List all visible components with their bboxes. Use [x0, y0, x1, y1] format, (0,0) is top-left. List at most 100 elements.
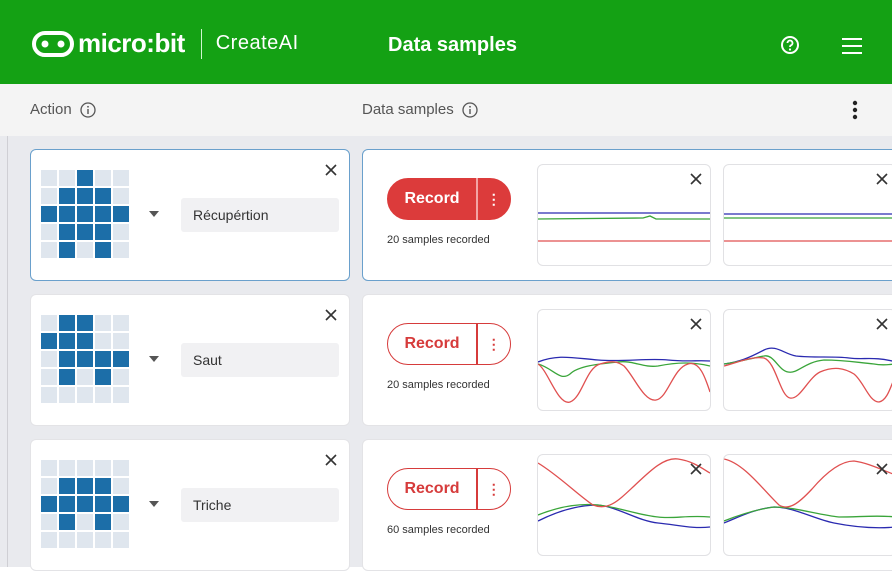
- led-on[interactable]: [59, 333, 75, 349]
- led-pattern[interactable]: [41, 315, 129, 403]
- led-on[interactable]: [95, 242, 111, 258]
- action-name-input[interactable]: Triche: [181, 488, 339, 522]
- led-on[interactable]: [95, 188, 111, 204]
- action-card[interactable]: Récupértion: [30, 149, 350, 281]
- led-on[interactable]: [41, 333, 57, 349]
- led-on[interactable]: [59, 242, 75, 258]
- led-off[interactable]: [77, 514, 93, 530]
- action-name-input[interactable]: Saut: [181, 343, 339, 377]
- led-off[interactable]: [95, 460, 111, 476]
- led-on[interactable]: [59, 478, 75, 494]
- led-off[interactable]: [113, 514, 129, 530]
- led-on[interactable]: [59, 188, 75, 204]
- led-off[interactable]: [59, 460, 75, 476]
- led-off[interactable]: [113, 188, 129, 204]
- led-off[interactable]: [59, 170, 75, 186]
- led-off[interactable]: [113, 242, 129, 258]
- led-off[interactable]: [77, 387, 93, 403]
- led-on[interactable]: [77, 315, 93, 331]
- sample-plot[interactable]: [537, 454, 711, 556]
- led-on[interactable]: [59, 369, 75, 385]
- led-on[interactable]: [95, 224, 111, 240]
- led-on[interactable]: [77, 496, 93, 512]
- led-on[interactable]: [59, 514, 75, 530]
- led-off[interactable]: [113, 170, 129, 186]
- led-off[interactable]: [41, 478, 57, 494]
- led-off[interactable]: [95, 532, 111, 548]
- led-on[interactable]: [77, 478, 93, 494]
- action-card[interactable]: Saut: [30, 294, 350, 426]
- close-icon[interactable]: [325, 454, 337, 466]
- led-off[interactable]: [41, 188, 57, 204]
- led-on[interactable]: [77, 351, 93, 367]
- more-options-icon[interactable]: [852, 100, 858, 120]
- led-off[interactable]: [77, 460, 93, 476]
- sample-plot[interactable]: [537, 309, 711, 411]
- led-off[interactable]: [41, 460, 57, 476]
- led-off[interactable]: [95, 170, 111, 186]
- led-on[interactable]: [77, 333, 93, 349]
- led-on[interactable]: [59, 315, 75, 331]
- microbit-logo[interactable]: micro:bit CreateAI: [32, 28, 299, 59]
- sample-plot[interactable]: [723, 164, 892, 266]
- close-icon[interactable]: [876, 173, 888, 185]
- help-icon[interactable]: [780, 35, 800, 55]
- led-on[interactable]: [41, 206, 57, 222]
- led-on[interactable]: [95, 496, 111, 512]
- led-on[interactable]: [95, 514, 111, 530]
- led-on[interactable]: [95, 369, 111, 385]
- led-pattern[interactable]: [41, 460, 129, 548]
- led-on[interactable]: [59, 206, 75, 222]
- led-off[interactable]: [113, 478, 129, 494]
- record-button[interactable]: Record ⋮: [387, 468, 511, 510]
- chevron-down-icon[interactable]: [149, 355, 159, 363]
- led-off[interactable]: [113, 532, 129, 548]
- record-button[interactable]: Record ⋮: [387, 178, 511, 220]
- close-icon[interactable]: [325, 164, 337, 176]
- led-off[interactable]: [77, 242, 93, 258]
- chevron-down-icon[interactable]: [149, 210, 159, 218]
- led-on[interactable]: [95, 478, 111, 494]
- close-icon[interactable]: [690, 318, 702, 330]
- led-off[interactable]: [113, 224, 129, 240]
- led-off[interactable]: [113, 369, 129, 385]
- chevron-down-icon[interactable]: [149, 500, 159, 508]
- record-button[interactable]: Record ⋮: [387, 323, 511, 365]
- led-off[interactable]: [77, 369, 93, 385]
- sample-plot[interactable]: [723, 309, 892, 411]
- close-icon[interactable]: [876, 318, 888, 330]
- close-icon[interactable]: [690, 173, 702, 185]
- led-off[interactable]: [113, 315, 129, 331]
- info-icon[interactable]: [80, 101, 96, 118]
- led-off[interactable]: [95, 315, 111, 331]
- led-off[interactable]: [41, 351, 57, 367]
- led-on[interactable]: [113, 351, 129, 367]
- led-pattern[interactable]: [41, 170, 129, 258]
- sample-plot[interactable]: [723, 454, 892, 556]
- led-off[interactable]: [41, 315, 57, 331]
- led-on[interactable]: [95, 206, 111, 222]
- led-off[interactable]: [95, 387, 111, 403]
- record-menu-icon[interactable]: ⋮: [478, 336, 511, 353]
- led-off[interactable]: [77, 532, 93, 548]
- led-off[interactable]: [41, 387, 57, 403]
- led-on[interactable]: [59, 496, 75, 512]
- led-on[interactable]: [113, 496, 129, 512]
- led-off[interactable]: [95, 333, 111, 349]
- action-card[interactable]: Triche: [30, 439, 350, 571]
- info-icon[interactable]: [462, 101, 478, 118]
- close-icon[interactable]: [876, 463, 888, 475]
- led-off[interactable]: [41, 170, 57, 186]
- led-on[interactable]: [95, 351, 111, 367]
- led-on[interactable]: [77, 224, 93, 240]
- close-icon[interactable]: [690, 463, 702, 475]
- led-on[interactable]: [113, 206, 129, 222]
- led-off[interactable]: [41, 514, 57, 530]
- led-on[interactable]: [41, 496, 57, 512]
- led-off[interactable]: [41, 242, 57, 258]
- led-on[interactable]: [77, 170, 93, 186]
- sample-plot[interactable]: [537, 164, 711, 266]
- led-off[interactable]: [59, 387, 75, 403]
- led-off[interactable]: [113, 460, 129, 476]
- led-off[interactable]: [113, 333, 129, 349]
